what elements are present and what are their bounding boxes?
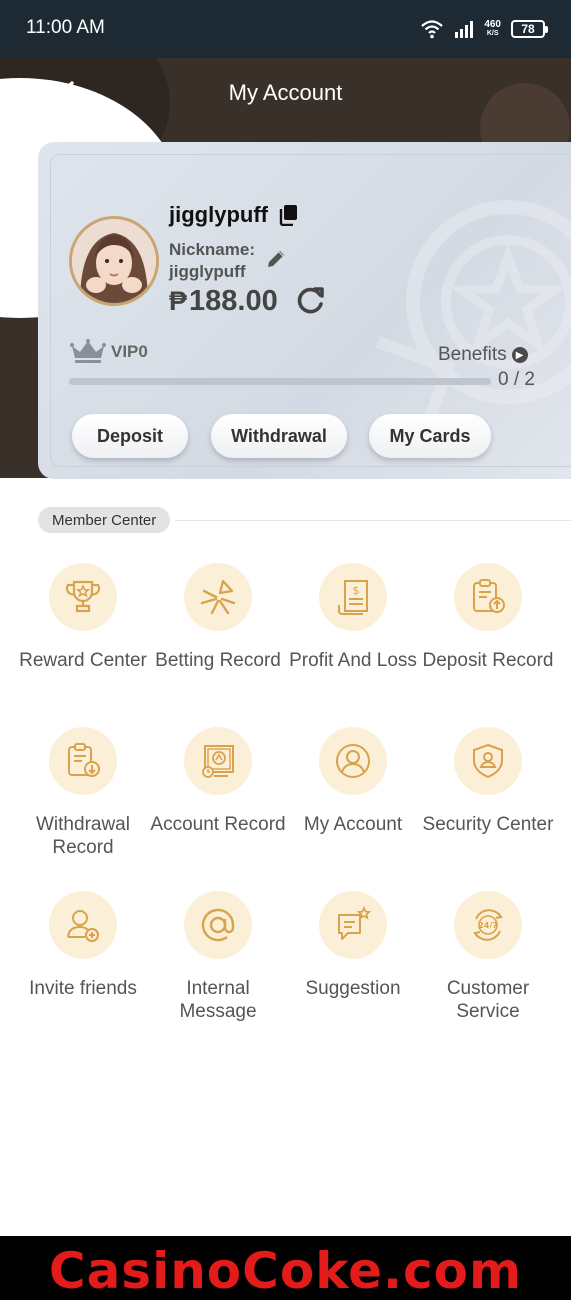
menu-item-my-account[interactable]: My Account — [285, 727, 421, 836]
my-cards-button[interactable]: My Cards — [369, 414, 491, 458]
balance: ₱ 188.00 — [169, 285, 278, 318]
page-title: My Account — [228, 80, 343, 105]
withdrawal-button[interactable]: Withdrawal — [211, 414, 347, 458]
menu-item-label: Suggestion — [305, 978, 401, 999]
menu-item-betting-record[interactable]: Betting Record — [150, 563, 286, 672]
signal-icon — [455, 21, 474, 38]
wifi-icon — [421, 20, 444, 39]
menu-item-reward-center[interactable]: Reward Center — [15, 563, 151, 672]
menu-item-label: Security Center — [422, 814, 554, 835]
menu-item-withdrawal-record[interactable]: Withdrawal Record — [15, 727, 151, 859]
withdrawal-record-icon — [68, 743, 100, 777]
chevron-right-icon: ▶ — [511, 347, 528, 363]
avatar-image — [72, 219, 156, 303]
battery-icon: 78 — [511, 20, 548, 38]
vip-progress-bar — [69, 378, 491, 385]
invite-user-icon — [67, 910, 99, 942]
suggestion-icon — [338, 906, 372, 940]
deposit-record-icon — [473, 579, 505, 613]
menu-item-invite-friends[interactable]: Invite friends — [15, 891, 151, 1000]
shield-icon — [473, 743, 503, 779]
vip-progress-text: 0 / 2 — [498, 369, 535, 390]
status-icons: 460 K/S 78 — [420, 16, 548, 42]
username: jigglypuff — [169, 202, 268, 227]
svg-text:24/7: 24/7 — [478, 921, 498, 930]
refresh-icon[interactable] — [296, 285, 326, 315]
menu-item-label: Customer Service — [446, 978, 530, 1022]
menu-item-label: Invite friends — [29, 978, 137, 999]
nickname-value: jigglypuff — [169, 262, 246, 281]
star-medal-decoration-icon — [375, 200, 571, 452]
status-bar: 11:00 AM 460 K/S 78 — [0, 0, 571, 58]
account-record-icon — [202, 745, 234, 778]
menu-item-account-record[interactable]: Account Record — [150, 727, 286, 836]
svg-text:$: $ — [353, 584, 360, 597]
menu-item-label: Deposit Record — [422, 650, 554, 671]
crown-icon — [70, 339, 106, 363]
menu-item-label: Withdrawal Record — [36, 814, 130, 858]
menu-item-label: My Account — [303, 814, 403, 835]
deposit-button[interactable]: Deposit — [72, 414, 188, 458]
net-speed-value: 460 — [484, 19, 501, 30]
status-time: 11:00 AM — [26, 17, 105, 38]
net-speed: 460 K/S — [484, 20, 501, 38]
balance-amount: 188.00 — [189, 285, 278, 317]
menu-item-label: Reward Center — [19, 650, 147, 671]
menu-item-suggestion[interactable]: Suggestion — [285, 891, 421, 1000]
menu-item-label: Betting Record — [155, 650, 281, 671]
menu-item-label: Profit And Loss — [289, 650, 417, 671]
menu-item-security-center[interactable]: Security Center — [420, 727, 556, 836]
menu-item-internal-message[interactable]: Internal Message — [150, 891, 286, 1023]
avatar — [69, 216, 159, 306]
section-divider — [175, 520, 571, 521]
battery-level: 78 — [521, 22, 535, 36]
menu-item-label: Internal Message — [179, 978, 257, 1022]
member-center-tag: Member Center — [38, 507, 171, 533]
at-icon — [201, 908, 235, 942]
menu-item-profit-and-loss[interactable]: $ Profit And Loss — [285, 563, 421, 672]
watermark-text: CasinoCoke.com — [48, 1242, 523, 1300]
nickname-label: Nickname: — [169, 240, 255, 259]
account-card: jigglypuff Nickname: jigglypuff ₱ 188.00… — [38, 142, 571, 479]
copy-icon[interactable] — [278, 204, 298, 226]
user-icon — [336, 744, 370, 778]
trophy-icon — [65, 580, 101, 613]
menu-item-customer-service[interactable]: 24/7 Customer Service — [420, 891, 556, 1023]
menu-item-deposit-record[interactable]: Deposit Record — [420, 563, 556, 672]
net-speed-unit: K/S — [486, 30, 499, 37]
currency-symbol: ₱ — [169, 286, 188, 316]
benefits-label: Benefits — [438, 344, 507, 365]
benefits-link[interactable]: Benefits ▶ — [438, 344, 528, 366]
pencil-edit-icon[interactable] — [265, 248, 287, 270]
vip-level: VIP0 — [111, 342, 148, 361]
support-24-7-icon: 24/7 — [473, 909, 503, 941]
menu-item-label: Account Record — [150, 814, 286, 835]
profit-loss-icon: $ — [338, 580, 368, 615]
betting-record-icon — [200, 579, 236, 615]
